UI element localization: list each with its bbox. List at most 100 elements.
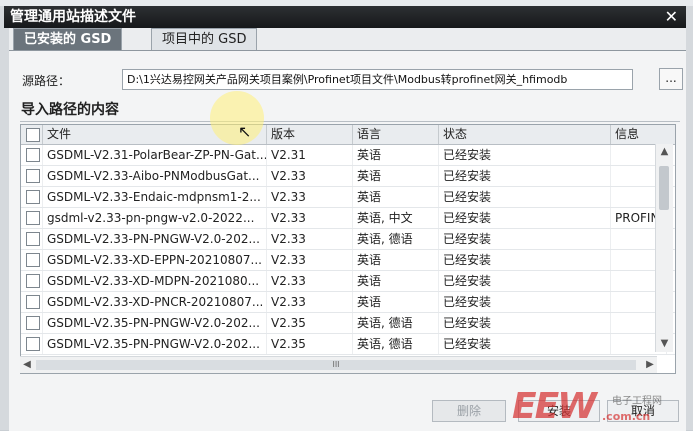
table-row[interactable]: GSDML-V2.33-Endaic-mdpnsm1-2... V2.33 英语…	[21, 187, 675, 208]
header-select-all[interactable]	[21, 125, 43, 144]
cell-language: 英语	[353, 250, 439, 270]
cell-status: 已经安装	[439, 334, 611, 354]
row-checkbox[interactable]	[21, 208, 43, 228]
close-icon[interactable]: ✕	[665, 6, 678, 28]
cell-status: 已经安装	[439, 187, 611, 207]
checkbox-icon[interactable]	[26, 295, 40, 309]
vertical-scrollbar[interactable]: ▲ ▼	[655, 144, 673, 352]
checkbox-icon[interactable]	[26, 190, 40, 204]
cell-language: 英语	[353, 187, 439, 207]
tab-project-gsd[interactable]: 项目中的 GSD	[151, 28, 258, 50]
cell-language: 英语, 德语	[353, 229, 439, 249]
section-title-text: 导入路径的内容	[21, 102, 119, 118]
cell-status: 已经安装	[439, 166, 611, 186]
window-title: 管理通用站描述文件	[10, 9, 136, 25]
cell-language: 英语, 德语	[353, 313, 439, 333]
header-info[interactable]: 信息	[611, 125, 675, 144]
table-row[interactable]: GSDML-V2.33-XD-MDPN-2021080... V2.33 英语 …	[21, 271, 675, 292]
cell-version: V2.33	[267, 250, 353, 270]
table-row[interactable]: GSDML-V2.33-XD-EPPN-20210807... V2.33 英语…	[21, 250, 675, 271]
checkbox-icon[interactable]	[26, 169, 40, 183]
section-title: 导入路径的内容	[20, 99, 680, 122]
cell-language: 英语	[353, 271, 439, 291]
cell-file: GSDML-V2.35-PN-PNGW-V2.0-202...	[43, 313, 267, 333]
title-bar: 管理通用站描述文件 ✕	[4, 6, 686, 28]
cell-version: V2.33	[267, 187, 353, 207]
scroll-down-icon[interactable]: ▼	[656, 336, 673, 352]
source-path-input[interactable]: D:\1兴达易控网关产品网关项目案例\Profinet项目文件\Modbus转p…	[122, 69, 633, 90]
cell-version: V2.33	[267, 229, 353, 249]
header-language[interactable]: 语言	[353, 125, 439, 144]
header-version[interactable]: 版本	[267, 125, 353, 144]
scroll-right-icon[interactable]: ▶	[643, 357, 657, 373]
gsd-table: 文件 版本 语言 状态 信息 GSDML-V2.31-PolarBear-ZP-…	[20, 124, 676, 374]
table-row[interactable]: GSDML-V2.35-PN-PNGW-V2.0-202... V2.35 英语…	[21, 334, 675, 355]
dialog: 已安装的 GSD 项目中的 GSD 源路径： D:\1兴达易控网关产品网关项目案…	[9, 28, 686, 431]
cell-file: GSDML-V2.33-Endaic-mdpnsm1-2...	[43, 187, 267, 207]
cell-language: 英语, 中文	[353, 208, 439, 228]
table-header: 文件 版本 语言 状态 信息	[21, 125, 675, 145]
checkbox-icon[interactable]	[26, 274, 40, 288]
row-checkbox[interactable]	[21, 313, 43, 333]
cell-file: GSDML-V2.33-XD-MDPN-2021080...	[43, 271, 267, 291]
row-checkbox[interactable]	[21, 292, 43, 312]
cell-status: 已经安装	[439, 250, 611, 270]
tab-bar: 已安装的 GSD 项目中的 GSD	[9, 28, 686, 50]
tab-installed-gsd[interactable]: 已安装的 GSD	[13, 28, 123, 50]
table-row[interactable]: GSDML-V2.33-XD-PNCR-20210807... V2.33 英语…	[21, 292, 675, 313]
cell-language: 英语	[353, 166, 439, 186]
cell-version: V2.33	[267, 208, 353, 228]
row-checkbox[interactable]	[21, 166, 43, 186]
vertical-scroll-thumb[interactable]	[659, 166, 669, 210]
table-row[interactable]: gsdml-v2.33-pn-pngw-v2.0-2022... V2.33 英…	[21, 208, 675, 229]
watermark-logo: EEW	[512, 386, 597, 427]
checkbox-icon[interactable]	[26, 232, 40, 246]
table-row[interactable]: GSDML-V2.33-Aibo-PNModbusGat... V2.33 英语…	[21, 166, 675, 187]
scroll-up-icon[interactable]: ▲	[656, 144, 673, 160]
right-edge	[686, 6, 693, 430]
cell-status: 已经安装	[439, 229, 611, 249]
cell-version: V2.35	[267, 334, 353, 354]
checkbox-icon[interactable]	[26, 128, 40, 142]
scroll-left-icon[interactable]: ◀	[20, 357, 34, 373]
cell-file: GSDML-V2.33-PN-PNGW-V2.0-202...	[43, 229, 267, 249]
checkbox-icon[interactable]	[26, 316, 40, 330]
cell-version: V2.31	[267, 145, 353, 165]
horizontal-scroll-thumb[interactable]: III	[36, 360, 636, 370]
cell-version: V2.33	[267, 271, 353, 291]
row-checkbox[interactable]	[21, 250, 43, 270]
checkbox-icon[interactable]	[26, 253, 40, 267]
horizontal-scrollbar[interactable]: ◀ III ▶	[20, 356, 657, 373]
cell-status: 已经安装	[439, 292, 611, 312]
header-status[interactable]: 状态	[439, 125, 611, 144]
row-checkbox[interactable]	[21, 271, 43, 291]
row-checkbox[interactable]	[21, 187, 43, 207]
cell-status: 已经安装	[439, 208, 611, 228]
delete-button[interactable]: 删除	[432, 400, 506, 422]
cell-file: GSDML-V2.35-PN-PNGW-V2.0-202...	[43, 334, 267, 354]
cell-language: 英语	[353, 292, 439, 312]
checkbox-icon[interactable]	[26, 211, 40, 225]
browse-button[interactable]: ...	[659, 68, 683, 90]
row-checkbox[interactable]	[21, 334, 43, 354]
watermark-subtitle: 电子工程网	[612, 396, 662, 407]
cell-file: gsdml-v2.33-pn-pngw-v2.0-2022...	[43, 208, 267, 228]
source-path-label: 源路径：	[22, 74, 71, 88]
cell-status: 已经安装	[439, 271, 611, 291]
checkbox-icon[interactable]	[26, 337, 40, 351]
cell-language: 英语	[353, 145, 439, 165]
cell-file: GSDML-V2.33-Aibo-PNModbusGat...	[43, 166, 267, 186]
row-checkbox[interactable]	[21, 229, 43, 249]
cell-status: 已经安装	[439, 313, 611, 333]
checkbox-icon[interactable]	[26, 148, 40, 162]
cell-file: GSDML-V2.33-XD-PNCR-20210807...	[43, 292, 267, 312]
cell-file: GSDML-V2.33-XD-EPPN-20210807...	[43, 250, 267, 270]
cell-version: V2.35	[267, 313, 353, 333]
cell-status: 已经安装	[439, 145, 611, 165]
cell-version: V2.33	[267, 166, 353, 186]
row-checkbox[interactable]	[21, 145, 43, 165]
left-edge	[0, 6, 9, 430]
table-row[interactable]: GSDML-V2.33-PN-PNGW-V2.0-202... V2.33 英语…	[21, 229, 675, 250]
table-row[interactable]: GSDML-V2.35-PN-PNGW-V2.0-202... V2.35 英语…	[21, 313, 675, 334]
table-row[interactable]: GSDML-V2.31-PolarBear-ZP-PN-Gat... V2.31…	[21, 145, 675, 166]
